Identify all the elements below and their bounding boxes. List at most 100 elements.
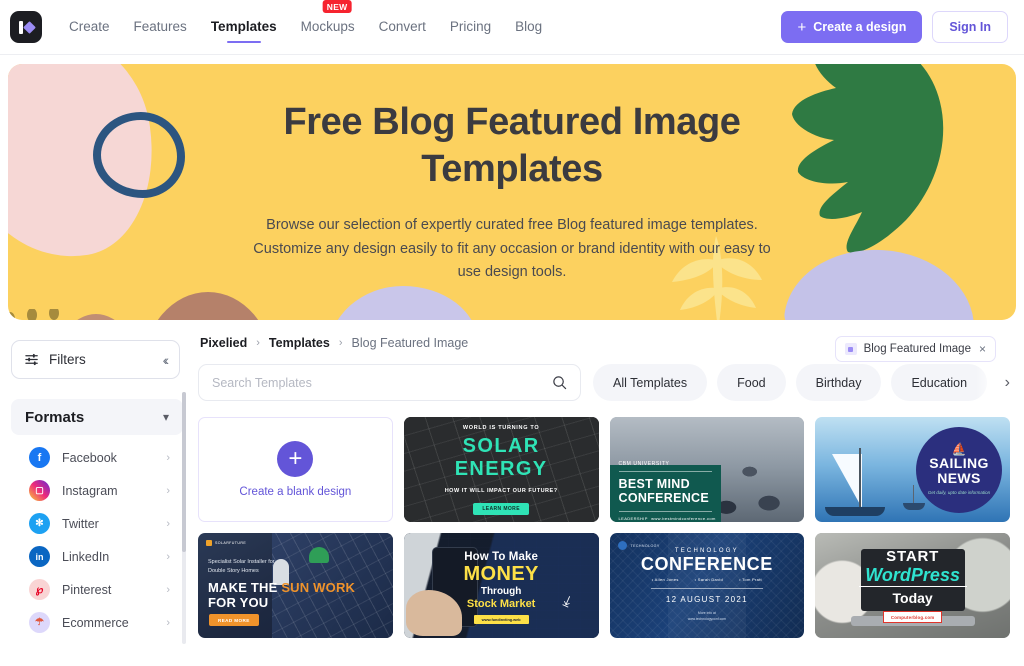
- template-card-how-to-make-money[interactable]: How To Make MONEY Through Stock Market w…: [403, 533, 599, 638]
- card-university: CBM UNIVERSITY: [618, 461, 712, 473]
- card-url-line2: www.technologyconf.com: [687, 616, 726, 621]
- list-item-label: LinkedIn: [62, 549, 110, 564]
- chevron-right-icon: ›: [166, 484, 170, 497]
- nav-item-mockups[interactable]: NEW Mockups: [301, 0, 355, 52]
- create-design-label: Create a design: [813, 20, 907, 34]
- category-pill-food[interactable]: Food: [717, 364, 786, 401]
- card-content: CBM UNIVERSITY BEST MIND CONFERENCE LEAD…: [609, 461, 721, 522]
- page-title: Free Blog Featured Image Templates: [232, 99, 792, 192]
- sidebar-item-instagram[interactable]: ▢ Instagram ›: [11, 474, 183, 507]
- nav-item-create[interactable]: Create: [69, 2, 110, 52]
- chevron-right-icon: ›: [166, 517, 170, 530]
- create-blank-design-card[interactable]: + Create a blank design: [198, 417, 393, 522]
- template-card-sailing-news[interactable]: ⛵ SAILING NEWS Get daily, upto date info…: [815, 417, 1010, 522]
- formats-panel: Formats ▾ f Facebook › ▢ Instagram › ✻ T…: [11, 399, 183, 639]
- search-icon[interactable]: [552, 375, 567, 390]
- card-content: START WordPress Today Computerblog.com: [815, 533, 1010, 638]
- formats-section-header[interactable]: Formats ▾: [11, 399, 183, 435]
- template-card-make-the-sun-work[interactable]: SOLARFUTURE Specialist Solar Installer f…: [198, 533, 393, 638]
- chip-label: Blog Featured Image: [863, 343, 971, 355]
- card-title-line2: NEWS: [937, 470, 981, 487]
- page-body: Filters ‹‹ Formats ▾ f Facebook › ▢ Inst…: [0, 320, 1024, 644]
- card-title-line1: How To Make: [464, 551, 538, 563]
- breadcrumb-separator: ›: [256, 337, 260, 349]
- hero-title-line1: Free Blog Featured Image: [283, 101, 741, 144]
- brand-mark-icon: [206, 540, 212, 546]
- card-title-line3: Through: [480, 586, 522, 597]
- sidebar-item-pinterest[interactable]: ℘ Pinterest ›: [11, 573, 183, 606]
- category-pills: All Templates Food Birthday Education Re…: [593, 364, 1010, 401]
- category-pill-all-templates[interactable]: All Templates: [593, 364, 708, 401]
- card-cta-button: READ MORE: [209, 614, 259, 626]
- search-box[interactable]: [198, 364, 581, 401]
- category-pill-birthday[interactable]: Birthday: [795, 364, 882, 401]
- list-item-label: Instagram: [62, 483, 118, 498]
- card-kicker: WORLD IS TURNING TO: [462, 424, 540, 431]
- main-nav: Create Features Templates NEW Mockups Co…: [69, 0, 542, 52]
- sidebar-scrollbar-thumb[interactable]: [182, 392, 186, 552]
- list-item-label: Twitter: [62, 516, 99, 531]
- double-chevron-left-icon[interactable]: ‹‹: [163, 352, 170, 368]
- chevron-right-icon: ›: [166, 550, 170, 563]
- nav-item-pricing[interactable]: Pricing: [450, 2, 491, 52]
- category-pill-education[interactable]: Education: [891, 364, 988, 401]
- logo-bar: [18, 20, 23, 34]
- sidebar-item-facebook[interactable]: f Facebook ›: [11, 441, 183, 474]
- create-a-design-button[interactable]: + Create a design: [781, 11, 923, 43]
- close-icon[interactable]: ×: [979, 342, 986, 356]
- search-and-categories-row: All Templates Food Birthday Education Re…: [198, 364, 1010, 401]
- second-boat-hull: [903, 503, 926, 510]
- sidebar-item-linkedin[interactable]: in LinkedIn ›: [11, 540, 183, 573]
- template-card-start-wordpress-today[interactable]: START WordPress Today Computerblog.com: [815, 533, 1010, 638]
- nav-label: Templates: [210, 19, 277, 34]
- hero-content: Free Blog Featured Image Templates Brows…: [232, 99, 792, 284]
- nav-label: Convert: [378, 19, 426, 34]
- card-title: BEST MIND CONFERENCE: [619, 477, 712, 505]
- nav-item-convert[interactable]: Convert: [379, 2, 426, 52]
- template-card-technology-conference[interactable]: TECHNOLOGY TECHNOLOGY CONFERENCE • Allen…: [609, 533, 805, 638]
- divider: [858, 585, 967, 588]
- card-title-line1: SAILING: [929, 454, 989, 471]
- speaker-3: • Tom Pratt: [739, 577, 762, 583]
- ecommerce-icon: ☂: [29, 612, 50, 633]
- instagram-icon: ▢: [29, 480, 50, 501]
- filters-button[interactable]: Filters ‹‹: [11, 340, 180, 379]
- breadcrumb-item-current: Blog Featured Image: [351, 336, 469, 350]
- card-badge: Computerblog.com: [882, 611, 943, 624]
- hero-section-wrapper: Free Blog Featured Image Templates Brows…: [0, 55, 1024, 320]
- logo-diamond: [22, 20, 36, 34]
- card-badge: www.fundinvting.web: [473, 615, 529, 624]
- linkedin-icon: in: [29, 546, 50, 567]
- card-subtitle-line1: Specialist Solar Installer for: [208, 559, 275, 565]
- breadcrumb-item-templates[interactable]: Templates: [269, 336, 330, 350]
- list-item-label: Pinterest: [62, 582, 112, 597]
- nav-item-features[interactable]: Features: [134, 2, 187, 52]
- chevron-right-icon: ›: [166, 451, 170, 464]
- card-title-part-a: MAKE THE: [208, 580, 282, 595]
- purple-blob-decoration-2: [328, 286, 478, 320]
- active-filter-chip[interactable]: Blog Featured Image ×: [834, 336, 996, 362]
- template-card-solar-energy[interactable]: WORLD IS TURNING TO SOLAR ENERGY HOW IT …: [403, 417, 599, 522]
- search-input[interactable]: [212, 375, 552, 390]
- worker-helmet-shape: [308, 547, 329, 563]
- active-nav-underline: [226, 40, 261, 43]
- breadcrumb-item-pixelied[interactable]: Pixelied: [200, 336, 247, 350]
- brown-blob-decoration: [143, 292, 273, 320]
- template-card-best-mind-conference[interactable]: CBM UNIVERSITY BEST MIND CONFERENCE LEAD…: [609, 417, 805, 522]
- new-badge: NEW: [322, 0, 352, 13]
- nav-item-templates[interactable]: Templates: [211, 2, 277, 52]
- hero-title-line2: Templates: [421, 147, 603, 190]
- pixelied-logo-icon[interactable]: [10, 11, 42, 43]
- nav-item-blog[interactable]: Blog: [515, 2, 542, 52]
- card-content: How To Make MONEY Through Stock Market w…: [404, 533, 599, 638]
- sidebar-item-ecommerce[interactable]: ☂ Ecommerce ›: [11, 606, 183, 639]
- chevron-right-icon: ›: [166, 583, 170, 596]
- card-title-line2: MONEY: [463, 563, 539, 585]
- twitter-icon: ✻: [29, 513, 50, 534]
- sliders-icon: [25, 353, 38, 366]
- chevron-right-icon[interactable]: ›: [1005, 374, 1010, 392]
- left-sidebar: Filters ‹‹ Formats ▾ f Facebook › ▢ Inst…: [0, 328, 190, 644]
- sign-in-button[interactable]: Sign In: [932, 11, 1008, 43]
- card-url-line1: More info at: [697, 611, 716, 616]
- sidebar-item-twitter[interactable]: ✻ Twitter ›: [11, 507, 183, 540]
